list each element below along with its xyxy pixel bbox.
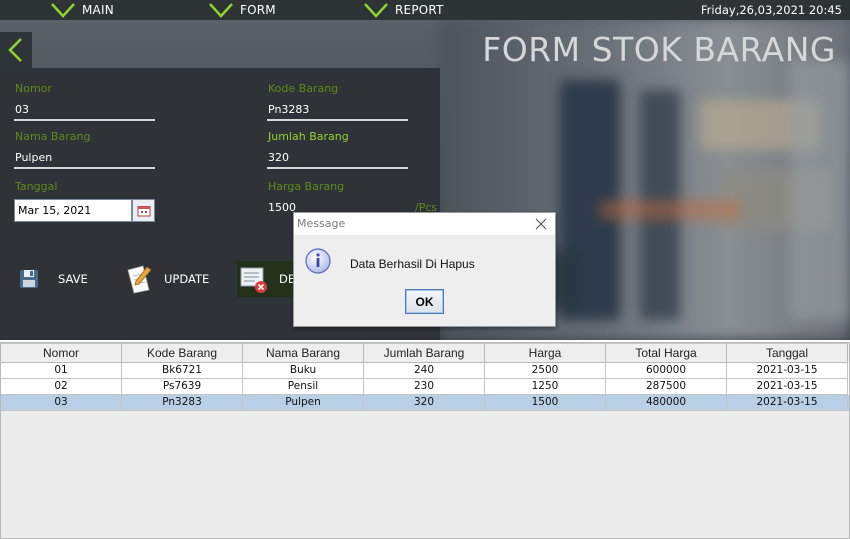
update-button[interactable]: UPDATE [124, 261, 209, 297]
table-cell: 2021-03-15 [727, 395, 848, 411]
table-cell: 2500 [485, 363, 606, 379]
nomor-label: Nomor [15, 82, 52, 95]
kode-barang-label: Kode Barang [268, 82, 339, 95]
nav-item-label: FORM [240, 3, 276, 17]
column-header-harga[interactable]: Harga [485, 343, 606, 363]
column-header-nomor[interactable]: Nomor [1, 343, 122, 363]
jumlah-barang-underline [267, 167, 408, 169]
chevron-down-icon [209, 3, 233, 18]
jumlah-barang-field[interactable]: 320 [268, 151, 289, 164]
tanggal-label: Tanggal [15, 180, 58, 193]
harga-barang-label: Harga Barang [268, 180, 345, 193]
dialog-close-button[interactable] [533, 215, 549, 233]
column-header-tanggal[interactable]: Tanggal [727, 343, 848, 363]
top-nav-bar: MAIN FORM REPORT Friday,26,03,2021 20:45 [0, 0, 850, 20]
update-label: UPDATE [164, 272, 210, 286]
table-cell: 1500 [485, 395, 606, 411]
message-dialog: Message Data Berhasil Di Hapus OK [293, 212, 556, 327]
nav-item-report[interactable]: REPORT [363, 0, 444, 20]
table-cell: 2021-03-15 [727, 379, 848, 395]
table-cell: 480000 [606, 395, 727, 411]
table-row[interactable]: 01 Bk6721 Buku 240 2500 600000 2021-03-1… [1, 363, 849, 379]
jumlah-barang-label: Jumlah Barang [268, 130, 349, 143]
table-cell: Bk6721 [122, 363, 243, 379]
column-header-jumlah-barang[interactable]: Jumlah Barang [364, 343, 485, 363]
table-cell: Pensil [243, 379, 364, 395]
kode-barang-field[interactable]: Pn3283 [268, 103, 309, 116]
kode-barang-underline [267, 119, 408, 121]
column-header-nama-barang[interactable]: Nama Barang [243, 343, 364, 363]
harga-barang-field[interactable]: 1500 [268, 201, 296, 214]
table-cell: 240 [364, 363, 485, 379]
table-cell: Pn3283 [122, 395, 243, 411]
table-cell: 02 [1, 379, 122, 395]
nav-item-main[interactable]: MAIN [50, 0, 114, 20]
ok-button[interactable]: OK [405, 289, 444, 314]
table-cell: Pulpen [243, 395, 364, 411]
table-cell: 03 [1, 395, 122, 411]
table-cell: 2021-03-15 [727, 363, 848, 379]
stok-barang-table[interactable]: Nomor Kode Barang Nama Barang Jumlah Bar… [0, 342, 850, 539]
edit-document-icon [124, 264, 154, 294]
table-cell: 287500 [606, 379, 727, 395]
information-icon [304, 247, 332, 275]
table-header: Nomor Kode Barang Nama Barang Jumlah Bar… [1, 343, 849, 363]
dialog-titlebar[interactable]: Message [294, 213, 555, 235]
save-label: SAVE [58, 272, 88, 286]
table-cell: 1250 [485, 379, 606, 395]
delete-document-icon [239, 264, 269, 294]
delete-button[interactable]: DE [237, 261, 295, 297]
nav-item-label: REPORT [395, 3, 444, 17]
nama-barang-underline [14, 167, 155, 169]
close-icon [535, 218, 547, 230]
table-cell: 01 [1, 363, 122, 379]
chevron-down-icon [364, 3, 388, 18]
nomor-field[interactable]: 03 [15, 103, 29, 116]
table-cell: 600000 [606, 363, 727, 379]
datetime-display: Friday,26,03,2021 20:45 [700, 3, 842, 17]
column-header-total-harga[interactable]: Total Harga [606, 343, 727, 363]
table-row[interactable]: 02 Ps7639 Pensil 230 1250 287500 2021-03… [1, 379, 849, 395]
nomor-underline [14, 119, 155, 121]
chevron-left-icon [8, 38, 22, 62]
back-button[interactable] [0, 32, 32, 68]
floppy-disk-icon [14, 264, 44, 294]
column-header-kode-barang[interactable]: Kode Barang [122, 343, 243, 363]
chevron-down-icon [51, 3, 75, 18]
table-row-selected[interactable]: 03 Pn3283 Pulpen 320 1500 480000 2021-03… [1, 395, 849, 411]
save-button[interactable]: SAVE [14, 261, 88, 297]
calendar-picker-button[interactable] [132, 199, 155, 222]
dialog-message: Data Berhasil Di Hapus [350, 257, 475, 271]
calendar-icon [137, 205, 150, 216]
nama-barang-label: Nama Barang [15, 130, 91, 143]
table-cell: 320 [364, 395, 485, 411]
dialog-title: Message [297, 217, 346, 230]
nav-item-label: MAIN [82, 3, 114, 17]
nama-barang-field[interactable]: Pulpen [15, 151, 52, 164]
page-title: FORM STOK BARANG [482, 30, 836, 69]
table-cell: Buku [243, 363, 364, 379]
table-cell: Ps7639 [122, 379, 243, 395]
nav-item-form[interactable]: FORM [208, 0, 276, 20]
table-cell: 230 [364, 379, 485, 395]
tanggal-date-field[interactable]: Mar 15, 2021 [14, 199, 132, 222]
